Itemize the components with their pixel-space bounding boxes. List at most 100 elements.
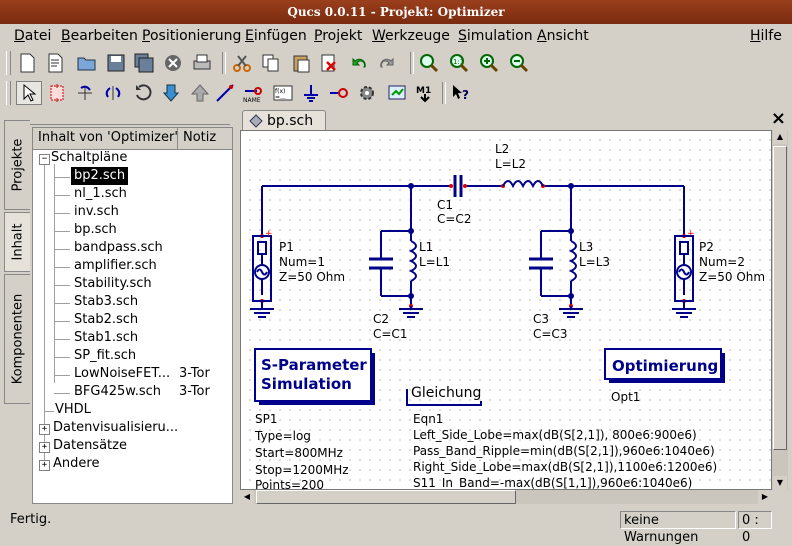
- l3-value: L=L3: [579, 255, 610, 269]
- tree-folder-vhdl[interactable]: VHDL: [55, 401, 91, 419]
- tree-file-item[interactable]: inv.sch: [74, 203, 119, 221]
- tree-folder-datavis[interactable]: Datenvisualisieru...: [53, 419, 178, 437]
- go-up-icon[interactable]: [187, 81, 213, 105]
- redo-icon[interactable]: [374, 51, 400, 75]
- tree-file-item[interactable]: Stab1.sch: [74, 329, 138, 347]
- svg-text:+: +: [687, 229, 695, 239]
- save-all-icon[interactable]: [131, 51, 157, 75]
- view-data-display-icon[interactable]: [384, 81, 410, 105]
- open-folder-icon[interactable]: [74, 51, 100, 75]
- print-icon[interactable]: [189, 51, 215, 75]
- scroll-up-arrow-icon[interactable]: ▲: [773, 130, 787, 144]
- schematic-canvas[interactable]: + + L2 L=L2 C1 C=C2 L1 L=L1 C2 C=C1 L3 L…: [240, 130, 772, 490]
- project-content-tree[interactable]: Inhalt von 'Optimizer' Notiz − Schaltplä…: [32, 127, 233, 504]
- column-note[interactable]: Notiz: [183, 130, 216, 145]
- eqn-line: Eqn1: [413, 412, 443, 426]
- equation-block[interactable]: Gleichung: [406, 385, 482, 406]
- optimization-block[interactable]: Optimierung: [604, 348, 725, 383]
- activate-icon[interactable]: [158, 81, 184, 105]
- scroll-right-arrow-icon[interactable]: ▶: [758, 490, 772, 504]
- horizontal-scrollbar[interactable]: ◀ ▶: [240, 490, 772, 504]
- tree-file-item[interactable]: amplifier.sch: [74, 257, 157, 275]
- scroll-down-arrow-icon[interactable]: ▼: [773, 476, 787, 490]
- delete-icon[interactable]: [316, 51, 342, 75]
- undo-icon[interactable]: [346, 51, 372, 75]
- edit-toolbar: NAME f(x) =… M1 ?: [0, 78, 792, 108]
- zoom-fit-icon[interactable]: [416, 51, 442, 75]
- marker-m1-icon[interactable]: M1: [412, 81, 438, 105]
- simulate-gear-icon[interactable]: [354, 81, 380, 105]
- tree-file-item[interactable]: bp.sch: [74, 221, 117, 239]
- vertical-scroll-thumb[interactable]: [773, 146, 787, 450]
- mirror-y-icon[interactable]: [100, 81, 126, 105]
- menu-werkzeuge[interactable]: Werkzeuge: [372, 28, 450, 44]
- menu-simulation[interactable]: Simulation: [458, 28, 533, 44]
- close-document-icon[interactable]: ×: [771, 108, 786, 129]
- svg-text:+: +: [265, 229, 273, 239]
- expand-toggle[interactable]: −: [39, 154, 50, 165]
- scroll-left-arrow-icon[interactable]: ◀: [240, 490, 254, 504]
- tab-document[interactable]: bp.sch: [242, 110, 326, 130]
- zoom-in-icon[interactable]: [476, 51, 502, 75]
- tree-file-item[interactable]: bp2.sch: [69, 166, 130, 186]
- menu-bearbeiten[interactable]: Bearbeiten: [61, 28, 138, 44]
- tree-file-item[interactable]: LowNoiseFET...: [74, 365, 170, 383]
- l1-value: L=L1: [419, 255, 450, 269]
- schematic-file-icon: [249, 114, 263, 128]
- tree-file-item[interactable]: SP_fit.sch: [74, 347, 136, 365]
- expand-toggle[interactable]: +: [39, 424, 50, 435]
- menu-einfuegen[interactable]: Einfügen: [245, 28, 307, 44]
- menu-ansicht[interactable]: Ansicht: [537, 28, 589, 44]
- toolbar-grip[interactable]: [6, 81, 11, 105]
- tab-content[interactable]: Inhalt: [4, 212, 30, 272]
- paste-icon[interactable]: [288, 51, 314, 75]
- save-icon[interactable]: [103, 51, 129, 75]
- tree-file-item[interactable]: Stab2.sch: [74, 311, 138, 329]
- edit-component-icon[interactable]: [44, 81, 70, 105]
- tree-file-item[interactable]: bandpass.sch: [74, 239, 163, 257]
- cut-icon[interactable]: [229, 51, 255, 75]
- menu-datei[interactable]: Datei: [14, 28, 51, 44]
- c2-value: C=C1: [373, 327, 407, 341]
- vertical-scrollbar[interactable]: ▲ ▼: [772, 130, 788, 490]
- ground-icon[interactable]: [298, 81, 324, 105]
- tree-file-item[interactable]: Stability.sch: [74, 275, 152, 293]
- wire-label-icon[interactable]: NAME: [240, 81, 266, 105]
- menu-projekt[interactable]: Projekt: [314, 28, 362, 44]
- expand-toggle[interactable]: +: [39, 460, 50, 471]
- menu-positionierung[interactable]: Positionierung: [142, 28, 241, 44]
- menu-hilfe[interactable]: Hilfe: [750, 28, 782, 44]
- tree-file-item[interactable]: BFG425w.sch: [74, 383, 161, 401]
- tree-file-item[interactable]: nl_1.sch: [74, 185, 127, 203]
- tree-folder-schematics[interactable]: Schaltpläne: [51, 149, 127, 167]
- toolbar-grip[interactable]: [6, 51, 11, 75]
- tree-file-item[interactable]: Stab3.sch: [74, 293, 138, 311]
- new-file-icon[interactable]: [14, 51, 40, 75]
- insert-wire-icon[interactable]: [212, 81, 238, 105]
- zoom-out-icon[interactable]: [506, 51, 532, 75]
- copy-icon[interactable]: [258, 51, 284, 75]
- svg-text:P1 Num=1 Z=50 Ohm: P1 Num=1 Z=50 Ohm: [279, 240, 345, 284]
- tab-components[interactable]: Komponenten: [4, 274, 30, 404]
- horizontal-scroll-thumb[interactable]: [256, 490, 516, 504]
- sparameter-simulation-block[interactable]: S-Parameter Simulation: [254, 348, 375, 405]
- tab-projects[interactable]: Projekte: [4, 120, 30, 210]
- insert-equation-icon[interactable]: f(x) =…: [270, 81, 296, 105]
- expand-toggle[interactable]: +: [39, 442, 50, 453]
- document-tab-bar: bp.sch ×: [236, 108, 792, 130]
- close-file-icon[interactable]: [160, 51, 186, 75]
- rotate-icon[interactable]: [130, 81, 156, 105]
- mirror-x-icon[interactable]: [72, 81, 98, 105]
- select-pointer-icon[interactable]: [16, 81, 42, 105]
- port-icon[interactable]: [326, 81, 352, 105]
- whats-this-help-icon[interactable]: ?: [448, 81, 474, 105]
- p1-impedance: Z=50 Ohm: [279, 270, 345, 284]
- tree-folder-other[interactable]: Andere: [53, 455, 99, 473]
- column-content[interactable]: Inhalt von 'Optimizer': [38, 130, 178, 145]
- p1-num: Num=1: [279, 255, 325, 269]
- svg-text:L1 L=L1: L1 L=L1: [419, 240, 450, 269]
- warnings-indicator[interactable]: keine Warnungen: [620, 511, 736, 545]
- tree-folder-datasets[interactable]: Datensätze: [53, 437, 127, 455]
- zoom-1to1-icon[interactable]: 1:1: [446, 51, 472, 75]
- new-text-icon[interactable]: [42, 51, 68, 75]
